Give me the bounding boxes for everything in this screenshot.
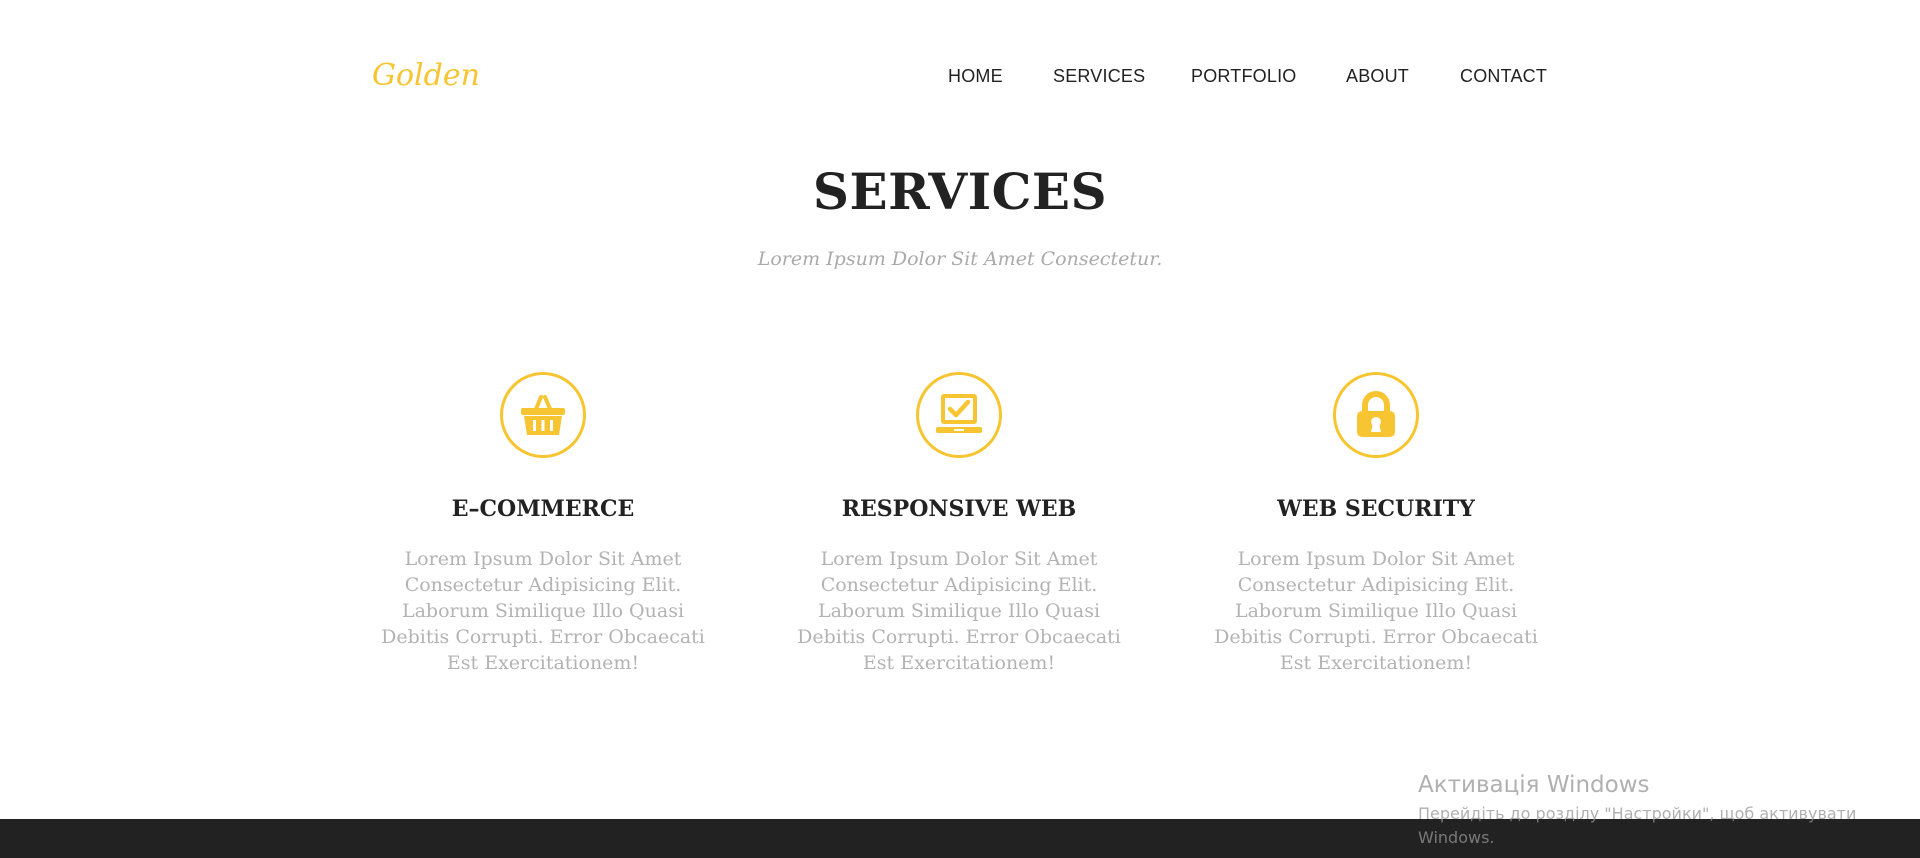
nav-item-services[interactable]: SERVICES <box>1053 66 1145 87</box>
service-responsive-web: RESPONSIVE WEB Lorem Ipsum Dolor Sit Ame… <box>779 372 1139 676</box>
nav-item-about[interactable]: ABOUT <box>1346 66 1409 87</box>
service-title: WEB SECURITY <box>1277 496 1475 522</box>
nav-item-portfolio[interactable]: PORTFOLIO <box>1191 66 1297 87</box>
nav-item-home[interactable]: HOME <box>948 66 1003 87</box>
service-web-security: WEB SECURITY Lorem Ipsum Dolor Sit Amet … <box>1196 372 1556 676</box>
service-description: Lorem Ipsum Dolor Sit Amet Consectetur A… <box>1214 548 1538 674</box>
main-nav: HOME SERVICES PORTFOLIO ABOUT CONTACT <box>0 66 1548 90</box>
service-description: Lorem Ipsum Dolor Sit Amet Consectetur A… <box>381 548 705 674</box>
lock-icon <box>1333 372 1419 458</box>
basket-icon <box>500 372 586 458</box>
section-subtitle: Lorem Ipsum Dolor Sit Amet Consectetur. <box>757 248 1163 270</box>
page: Golden HOME SERVICES PORTFOLIO ABOUT CON… <box>0 0 1920 858</box>
service-description: Lorem Ipsum Dolor Sit Amet Consectetur A… <box>797 548 1121 674</box>
section-title: SERVICES <box>812 162 1108 221</box>
service-ecommerce: E–COMMERCE Lorem Ipsum Dolor Sit Amet Co… <box>363 372 723 676</box>
nav-item-contact[interactable]: CONTACT <box>1460 66 1547 87</box>
service-title: RESPONSIVE WEB <box>841 496 1077 522</box>
watermark-text: Перейдіть до розділу "Настройки", щоб ак… <box>1418 804 1857 847</box>
laptop-check-icon <box>916 372 1002 458</box>
service-title: E–COMMERCE <box>451 496 635 522</box>
watermark-title: Активація Windows <box>1418 772 1650 798</box>
windows-activation-watermark: Активація Windows Перейдіть до розділу "… <box>1418 768 1858 850</box>
